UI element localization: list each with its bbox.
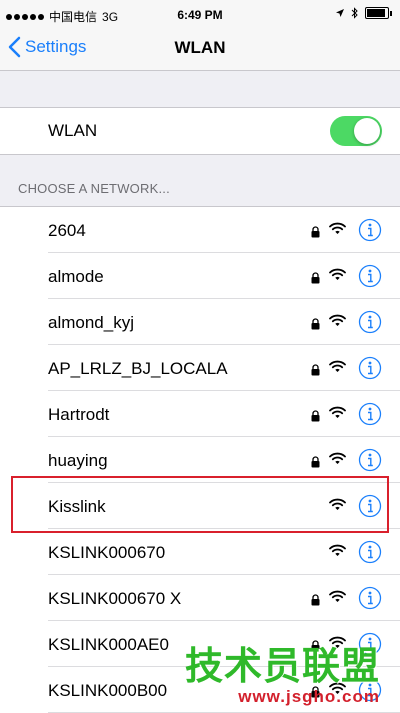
lock-icon: [311, 363, 320, 381]
lock-icon: [311, 271, 320, 289]
network-row[interactable]: KSLINK000670: [0, 529, 400, 575]
info-icon[interactable]: [358, 264, 382, 293]
wlan-toggle[interactable]: [330, 116, 382, 146]
watermark-url: www.jsgho.com: [238, 687, 380, 706]
lock-icon: [311, 409, 320, 427]
toggle-knob: [354, 118, 380, 144]
network-name: KSLINK000670 X: [48, 589, 182, 608]
watermark: 技术员联盟 www.jsgho.com: [185, 647, 380, 707]
network-row[interactable]: Hartrodt: [0, 391, 400, 437]
wifi-signal-icon: [329, 452, 346, 470]
network-row[interactable]: AP_LRLZ_BJ_LOCALA: [0, 345, 400, 391]
network-list: 2604 almode almond_kyj AP_LRLZ_BJ_LOCALA Har…: [0, 206, 400, 713]
network-row[interactable]: almode: [0, 253, 400, 299]
lock-icon: [311, 593, 320, 611]
navigation-bar: Settings WLAN: [0, 30, 400, 71]
bluetooth-icon: [351, 7, 358, 19]
info-icon[interactable]: [358, 586, 382, 615]
status-icons: [335, 7, 392, 19]
wifi-signal-icon: [329, 314, 346, 332]
lock-icon: [311, 455, 320, 473]
wifi-signal-icon: [329, 360, 346, 378]
network-row[interactable]: KSLINK000670 X: [0, 575, 400, 621]
network-name: KSLINK000670: [48, 543, 166, 562]
highlight-box: [11, 476, 389, 533]
wifi-signal-icon: [329, 406, 346, 424]
wifi-signal-icon: [329, 268, 346, 286]
network-row[interactable]: 2604: [0, 207, 400, 253]
wifi-signal-icon: [329, 222, 346, 240]
network-row[interactable]: almond_kyj: [0, 299, 400, 345]
info-icon[interactable]: [358, 356, 382, 385]
network-name: Hartrodt: [48, 405, 110, 424]
section-header: CHOOSE A NETWORK...: [18, 181, 170, 196]
lock-icon: [311, 225, 320, 243]
info-icon[interactable]: [358, 448, 382, 477]
network-name: KSLINK000B00: [48, 681, 168, 700]
info-icon[interactable]: [358, 218, 382, 247]
info-icon[interactable]: [358, 402, 382, 431]
network-name: AP_LRLZ_BJ_LOCALA: [48, 359, 228, 378]
network-name: KSLINK000AE0: [48, 635, 169, 654]
network-name: 2604: [48, 221, 86, 240]
wlan-toggle-row: WLAN: [0, 107, 400, 155]
network-name: almode: [48, 267, 104, 286]
status-bar: 中国电信 3G 6:49 PM: [0, 0, 400, 30]
info-icon[interactable]: [358, 540, 382, 569]
wifi-signal-icon: [329, 590, 346, 608]
network-name: almond_kyj: [48, 313, 134, 332]
lock-icon: [311, 317, 320, 335]
location-arrow-icon: [336, 9, 344, 17]
wlan-label: WLAN: [48, 121, 98, 140]
page-title: WLAN: [174, 38, 226, 57]
network-name: huaying: [48, 451, 108, 470]
watermark-title: 技术员联盟: [184, 646, 380, 688]
battery-icon: [365, 7, 389, 19]
wifi-signal-icon: [329, 544, 346, 562]
info-icon[interactable]: [358, 310, 382, 339]
